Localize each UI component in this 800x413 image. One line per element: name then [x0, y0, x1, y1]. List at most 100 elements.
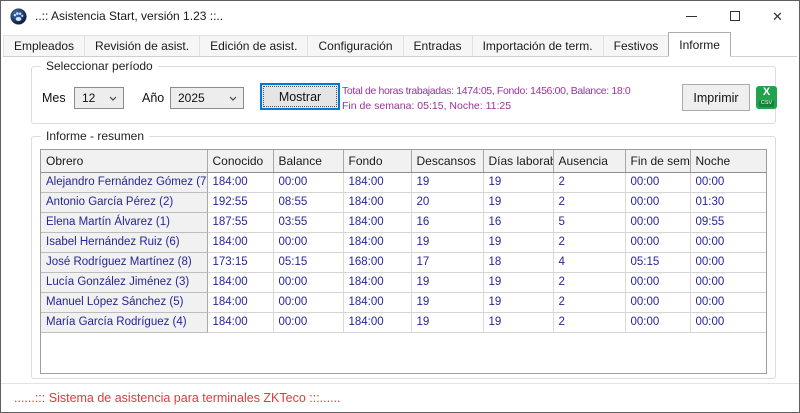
cell-obrero[interactable]: Elena Martín Álvarez (1) [41, 212, 207, 232]
ano-select[interactable]: 2025 [170, 87, 244, 109]
minimize-button[interactable] [670, 1, 713, 31]
cell-balance[interactable]: 00:00 [273, 272, 343, 292]
cell-fondo[interactable]: 184:00 [343, 212, 411, 232]
cell-balance[interactable]: 08:55 [273, 192, 343, 212]
cell-noche[interactable]: 00:00 [690, 312, 766, 332]
cell-balance[interactable]: 00:00 [273, 292, 343, 312]
cell-fondo[interactable]: 184:00 [343, 292, 411, 312]
column-header-fin-de-semana[interactable]: Fin de semar [625, 150, 690, 172]
cell-conocido[interactable]: 187:55 [207, 212, 273, 232]
cell-balance[interactable]: 03:55 [273, 212, 343, 232]
cell-conocido[interactable]: 184:00 [207, 272, 273, 292]
close-button[interactable]: ✕ [756, 1, 799, 31]
cell-ausencia[interactable]: 2 [553, 192, 625, 212]
column-header-balance[interactable]: Balance [273, 150, 343, 172]
column-header-descansos[interactable]: Descansos [411, 150, 483, 172]
cell-descansos[interactable]: 19 [411, 312, 483, 332]
mostrar-button[interactable]: Mostrar [260, 83, 340, 110]
cell-descansos[interactable]: 16 [411, 212, 483, 232]
cell-dias-laborables[interactable]: 19 [483, 292, 553, 312]
tab-revision-de-asist[interactable]: Revisión de asist. [84, 35, 200, 56]
cell-fondo[interactable]: 184:00 [343, 192, 411, 212]
cell-fin-de-semana[interactable]: 00:00 [625, 192, 690, 212]
cell-fondo[interactable]: 184:00 [343, 232, 411, 252]
cell-fin-de-semana[interactable]: 00:00 [625, 292, 690, 312]
table-row: Elena Martín Álvarez (1) 187:55 03:55 18… [41, 212, 766, 232]
cell-conocido[interactable]: 184:00 [207, 292, 273, 312]
cell-conocido[interactable]: 184:00 [207, 172, 273, 192]
cell-conocido[interactable]: 173:15 [207, 252, 273, 272]
cell-ausencia[interactable]: 2 [553, 312, 625, 332]
cell-conocido[interactable]: 192:55 [207, 192, 273, 212]
column-header-fondo[interactable]: Fondo [343, 150, 411, 172]
cell-dias-laborables[interactable]: 18 [483, 252, 553, 272]
tab-informe[interactable]: Informe [668, 32, 731, 57]
cell-fondo[interactable]: 168:00 [343, 252, 411, 272]
cell-noche[interactable]: 00:00 [690, 172, 766, 192]
tab-empleados[interactable]: Empleados [3, 35, 85, 56]
cell-ausencia[interactable]: 4 [553, 252, 625, 272]
mes-select[interactable]: 12 [74, 87, 124, 109]
cell-dias-laborables[interactable]: 19 [483, 232, 553, 252]
cell-fin-de-semana[interactable]: 00:00 [625, 232, 690, 252]
cell-dias-laborables[interactable]: 19 [483, 192, 553, 212]
cell-ausencia[interactable]: 2 [553, 272, 625, 292]
cell-noche[interactable]: 00:00 [690, 252, 766, 272]
imprimir-button[interactable]: Imprimir [682, 84, 750, 111]
cell-dias-laborables[interactable]: 19 [483, 172, 553, 192]
cell-descansos[interactable]: 19 [411, 232, 483, 252]
cell-ausencia[interactable]: 5 [553, 212, 625, 232]
cell-conocido[interactable]: 184:00 [207, 312, 273, 332]
cell-obrero[interactable]: Isabel Hernández Ruiz (6) [41, 232, 207, 252]
cell-conocido[interactable]: 184:00 [207, 232, 273, 252]
cell-descansos[interactable]: 17 [411, 252, 483, 272]
cell-balance[interactable]: 00:00 [273, 312, 343, 332]
column-header-dias-laborables[interactable]: Días laborabl [483, 150, 553, 172]
cell-obrero[interactable]: Antonio García Pérez (2) [41, 192, 207, 212]
cell-noche[interactable]: 00:00 [690, 232, 766, 252]
column-header-conocido[interactable]: Conocido [207, 150, 273, 172]
cell-descansos[interactable]: 19 [411, 172, 483, 192]
column-header-ausencia[interactable]: Ausencia [553, 150, 625, 172]
cell-ausencia[interactable]: 2 [553, 292, 625, 312]
cell-noche[interactable]: 01:30 [690, 192, 766, 212]
cell-fin-de-semana[interactable]: 05:15 [625, 252, 690, 272]
cell-noche[interactable]: 00:00 [690, 292, 766, 312]
cell-noche[interactable]: 09:55 [690, 212, 766, 232]
cell-descansos[interactable]: 20 [411, 192, 483, 212]
cell-descansos[interactable]: 19 [411, 272, 483, 292]
cell-fondo[interactable]: 184:00 [343, 272, 411, 292]
cell-noche[interactable]: 00:00 [690, 272, 766, 292]
tab-edicion-de-asist[interactable]: Edición de asist. [199, 35, 308, 56]
cell-obrero[interactable]: María García Rodríguez (4) [41, 312, 207, 332]
cell-fin-de-semana[interactable]: 00:00 [625, 172, 690, 192]
tab-entradas[interactable]: Entradas [403, 35, 473, 56]
column-header-obrero[interactable]: Obrero [41, 150, 207, 172]
export-csv-icon[interactable]: X CSV [756, 86, 777, 109]
cell-fin-de-semana[interactable]: 00:00 [625, 272, 690, 292]
cell-dias-laborables[interactable]: 19 [483, 272, 553, 292]
cell-ausencia[interactable]: 2 [553, 232, 625, 252]
cell-balance[interactable]: 05:15 [273, 252, 343, 272]
cell-obrero[interactable]: Manuel López Sánchez (5) [41, 292, 207, 312]
tab-importacion-de-term[interactable]: Importación de term. [472, 35, 604, 56]
cell-balance[interactable]: 00:00 [273, 172, 343, 192]
cell-balance[interactable]: 00:00 [273, 232, 343, 252]
cell-obrero[interactable]: José Rodríguez Martínez (8) [41, 252, 207, 272]
cell-ausencia[interactable]: 2 [553, 172, 625, 192]
cell-fin-de-semana[interactable]: 00:00 [625, 312, 690, 332]
cell-fondo[interactable]: 184:00 [343, 312, 411, 332]
cell-fin-de-semana[interactable]: 00:00 [625, 212, 690, 232]
cell-dias-laborables[interactable]: 16 [483, 212, 553, 232]
tab-configuracion[interactable]: Configuración [307, 35, 403, 56]
cell-dias-laborables[interactable]: 19 [483, 312, 553, 332]
cell-descansos[interactable]: 19 [411, 292, 483, 312]
column-header-noche[interactable]: Noche [690, 150, 766, 172]
title-bar[interactable]: ..:: Asistencia Start, versión 1.23 ::..… [1, 1, 799, 31]
cell-obrero[interactable]: Alejandro Fernández Gómez (7) [41, 172, 207, 192]
cell-obrero[interactable]: Lucía González Jiménez (3) [41, 272, 207, 292]
maximize-button[interactable] [713, 1, 756, 31]
table-header-row: Obrero Conocido Balance Fondo Descansos … [41, 150, 766, 172]
cell-fondo[interactable]: 184:00 [343, 172, 411, 192]
tab-festivos[interactable]: Festivos [603, 35, 670, 56]
